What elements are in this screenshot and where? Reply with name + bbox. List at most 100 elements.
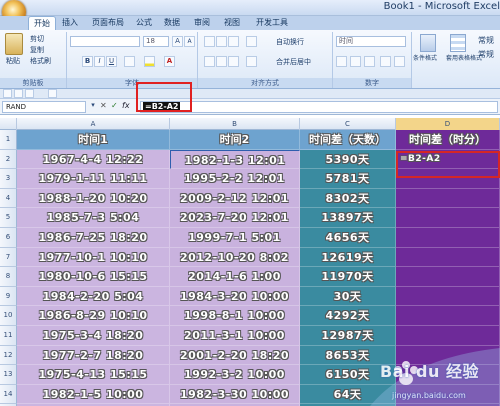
- cell-a12[interactable]: 1977-2-7 18:20: [17, 345, 170, 366]
- cell-b5[interactable]: 2023-7-20 12:01: [170, 208, 300, 228]
- formula-input[interactable]: [140, 101, 498, 113]
- cell-c8[interactable]: 11970天: [300, 267, 396, 287]
- table-format-button[interactable]: 套用表格格式: [446, 54, 482, 64]
- cell-b13[interactable]: 1992-3-2 10:00: [170, 365, 300, 385]
- cell-a11[interactable]: 1975-3-4 18:20: [17, 326, 170, 346]
- shrink-font-button[interactable]: A: [184, 36, 195, 47]
- underline-button[interactable]: U: [106, 56, 117, 67]
- row-header[interactable]: 3: [0, 169, 17, 189]
- column-header-b[interactable]: B: [170, 118, 300, 130]
- tab-view[interactable]: 视图: [220, 16, 244, 30]
- cell-style-normal[interactable]: 常规: [478, 36, 494, 46]
- redo-icon[interactable]: [25, 89, 34, 98]
- cell-d11[interactable]: [396, 326, 500, 346]
- cell-d1[interactable]: 时间差（时分）: [396, 130, 500, 150]
- row-header[interactable]: 1: [0, 130, 17, 150]
- cell-d5[interactable]: [396, 208, 500, 228]
- cell-c10[interactable]: 4292天: [300, 306, 396, 326]
- tab-home[interactable]: 开始: [28, 16, 56, 30]
- font-color-button[interactable]: A: [164, 56, 175, 67]
- cell-d7[interactable]: [396, 247, 500, 268]
- cell-c9[interactable]: 30天: [300, 286, 396, 307]
- save-icon[interactable]: [3, 89, 12, 98]
- row-header[interactable]: 10: [0, 306, 17, 326]
- decrease-decimal-icon[interactable]: [394, 56, 405, 67]
- fill-color-icon[interactable]: [144, 56, 155, 67]
- row-header[interactable]: 6: [0, 228, 17, 248]
- cell-a5[interactable]: 1985-7-3 5:04: [17, 208, 170, 228]
- cell-c7[interactable]: 12619天: [300, 247, 396, 268]
- cell-a1[interactable]: 时间1: [17, 130, 170, 150]
- align-bottom-icon[interactable]: [228, 36, 239, 47]
- wrap-text-button[interactable]: 自动换行: [276, 37, 304, 47]
- cell-b10[interactable]: 1998-8-1 10:00: [170, 306, 300, 326]
- bold-button[interactable]: B: [82, 56, 93, 67]
- tab-page-layout[interactable]: 页面布局: [86, 16, 130, 30]
- print-icon[interactable]: [48, 89, 57, 98]
- cell-b6[interactable]: 1999-7-1 5:01: [170, 228, 300, 248]
- column-header-d[interactable]: D: [396, 118, 500, 130]
- cell-d10[interactable]: [396, 306, 500, 326]
- italic-button[interactable]: I: [94, 56, 105, 67]
- orientation-icon[interactable]: [246, 36, 257, 47]
- format-painter-button[interactable]: 格式刷: [30, 56, 51, 66]
- row-header[interactable]: 7: [0, 247, 17, 268]
- row-header[interactable]: 11: [0, 326, 17, 346]
- name-box[interactable]: RAND: [2, 101, 86, 113]
- currency-icon[interactable]: [336, 56, 347, 67]
- table-format-icon[interactable]: [450, 34, 466, 52]
- cell-d9[interactable]: [396, 286, 500, 307]
- cell-a13[interactable]: 1975-4-13 15:15: [17, 365, 170, 385]
- increase-decimal-icon[interactable]: [380, 56, 391, 67]
- cell-c3[interactable]: 5781天: [300, 169, 396, 189]
- paste-icon[interactable]: [5, 33, 23, 55]
- row-header[interactable]: 8: [0, 267, 17, 287]
- enter-button[interactable]: ✓: [111, 101, 118, 110]
- tab-review[interactable]: 审阅: [190, 16, 214, 30]
- cell-a14[interactable]: 1982-1-5 10:00: [17, 384, 170, 405]
- number-format-combo[interactable]: 时间: [336, 36, 406, 47]
- cell-a8[interactable]: 1980-10-6 15:15: [17, 267, 170, 287]
- merge-center-button[interactable]: 合并后居中: [276, 57, 311, 67]
- name-box-dropdown-icon[interactable]: ▾: [88, 101, 98, 113]
- row-header[interactable]: 4: [0, 188, 17, 209]
- cell-b3[interactable]: 1995-2-2 12:01: [170, 169, 300, 189]
- column-header-a[interactable]: A: [17, 118, 170, 130]
- cell-c11[interactable]: 12987天: [300, 326, 396, 346]
- align-left-icon[interactable]: [204, 56, 215, 67]
- font-size-combo[interactable]: 18: [143, 36, 169, 47]
- tab-developer[interactable]: 开发工具: [252, 16, 292, 30]
- cell-d4[interactable]: [396, 188, 500, 209]
- cell-c6[interactable]: 4656天: [300, 228, 396, 248]
- indent-icon[interactable]: [246, 56, 257, 67]
- conditional-format-icon[interactable]: [420, 34, 436, 52]
- align-center-icon[interactable]: [216, 56, 227, 67]
- cell-a3[interactable]: 1979-1-11 11:11: [17, 169, 170, 189]
- cell-b9[interactable]: 1984-3-20 10:00: [170, 286, 300, 307]
- cell-b8[interactable]: 2014-1-6 1:00: [170, 267, 300, 287]
- row-header[interactable]: 9: [0, 286, 17, 307]
- tab-data[interactable]: 数据: [160, 16, 184, 30]
- insert-function-button[interactable]: fx: [122, 101, 130, 110]
- cell-c2[interactable]: 5390天: [300, 149, 396, 170]
- undo-icon[interactable]: [14, 89, 23, 98]
- conditional-format-button[interactable]: 条件格式: [413, 54, 437, 64]
- cell-c1[interactable]: 时间差（天数）: [300, 130, 396, 150]
- cell-d6[interactable]: [396, 228, 500, 248]
- column-header-c[interactable]: C: [300, 118, 396, 130]
- row-header[interactable]: 2: [0, 149, 17, 170]
- row-header[interactable]: 14: [0, 384, 17, 405]
- cell-a9[interactable]: 1984-2-20 5:04: [17, 286, 170, 307]
- borders-icon[interactable]: [124, 56, 135, 67]
- comma-style-icon[interactable]: [364, 56, 375, 67]
- cancel-button[interactable]: ✕: [100, 101, 107, 110]
- grow-font-button[interactable]: A: [172, 36, 183, 47]
- cell-b14[interactable]: 1982-3-30 10:00: [170, 384, 300, 405]
- cell-style-normal-2[interactable]: 常规: [478, 50, 494, 60]
- cell-a6[interactable]: 1986-7-25 18:20: [17, 228, 170, 248]
- row-header[interactable]: 12: [0, 345, 17, 366]
- align-top-icon[interactable]: [204, 36, 215, 47]
- cell-c5[interactable]: 13897天: [300, 208, 396, 228]
- cell-a7[interactable]: 1977-10-1 10:10: [17, 247, 170, 268]
- font-name-combo[interactable]: [70, 36, 140, 47]
